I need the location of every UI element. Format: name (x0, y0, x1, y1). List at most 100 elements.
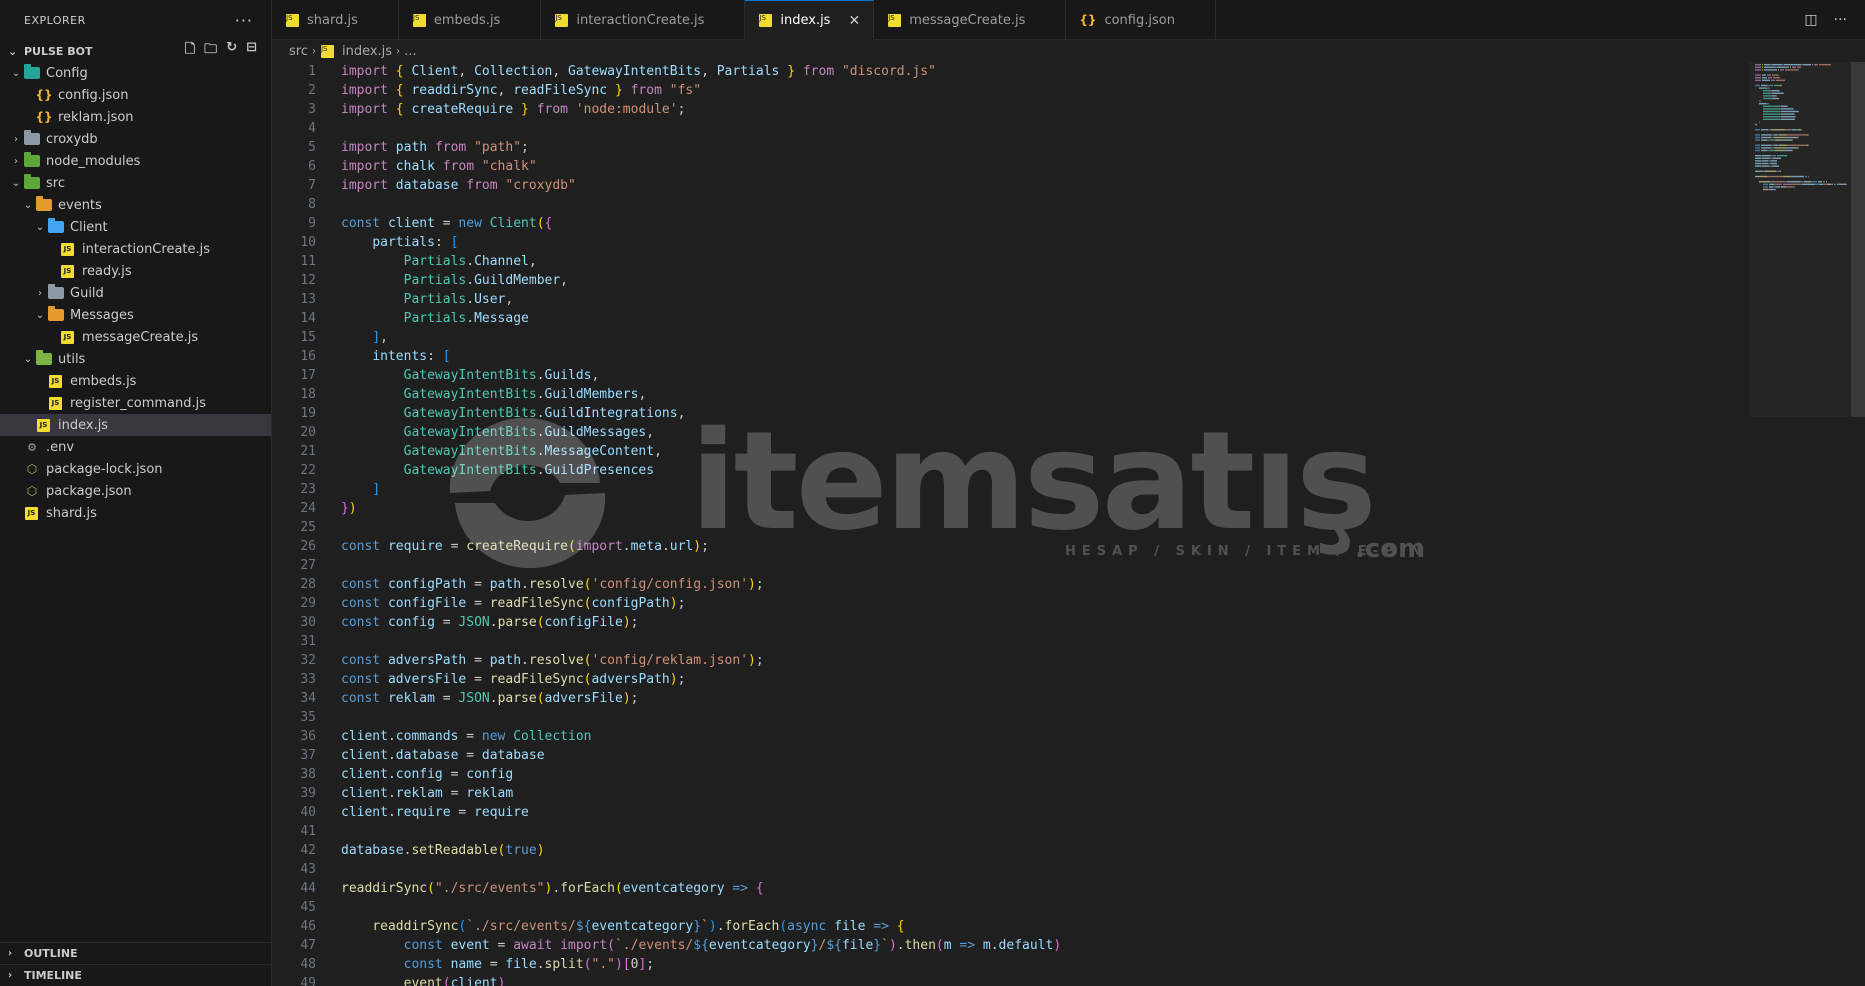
tree-folder[interactable]: › croxydb (0, 128, 271, 150)
line-number: 35 (300, 710, 316, 725)
tree-item-label: utils (58, 351, 86, 367)
tree-folder[interactable]: ⌄ utils (0, 348, 271, 370)
env-file-icon: ⚙ (27, 440, 37, 454)
tree-file[interactable]: JS register_command.js (0, 392, 271, 414)
code-line: 21 GatewayIntentBits.MessageContent, (272, 442, 1865, 461)
tree-folder[interactable]: ⌄ Client (0, 216, 271, 238)
tree-folder[interactable]: ⌄ events (0, 194, 271, 216)
code-line: 4 (272, 119, 1865, 138)
new-file-icon[interactable]: 🗋 (185, 40, 195, 62)
tab-config-json[interactable]: {} config.json (1066, 0, 1216, 40)
tab-messageCreate-js[interactable]: JS messageCreate.js (874, 0, 1067, 40)
tab-label: index.js (780, 13, 831, 28)
tree-item-label: Guild (70, 285, 104, 301)
minimap-viewport[interactable] (1749, 62, 1865, 417)
tree-folder[interactable]: ⌄ src (0, 172, 271, 194)
tree-file[interactable]: JS index.js (0, 414, 271, 436)
tree-file[interactable]: JS interactionCreate.js (0, 238, 271, 260)
code-text: client.config = config (341, 767, 514, 782)
split-editor-icon[interactable]: ◫ (1804, 12, 1817, 28)
tab-shard-js[interactable]: JS shard.js (272, 0, 399, 40)
line-number: 9 (308, 216, 316, 231)
line-number: 32 (300, 653, 316, 668)
folder-icon (24, 64, 40, 80)
tab-interactionCreate-js[interactable]: JS interactionCreate.js (541, 0, 746, 40)
tree-folder[interactable]: › node_modules (0, 150, 271, 172)
tab-label: config.json (1104, 12, 1175, 28)
tree-file[interactable]: ⬡ package.json (0, 480, 271, 502)
editor-tabs: JS shard.js JS embeds.js JS interactionCreate… (272, 0, 1865, 40)
vertical-scrollbar[interactable] (1851, 62, 1865, 417)
outline-panel-header[interactable]: › OUTLINE (0, 942, 271, 964)
line-number: 4 (308, 121, 316, 136)
tab-embeds-js[interactable]: JS embeds.js (399, 0, 542, 40)
code-text: const config = JSON.parse(configFile); (341, 615, 639, 630)
js-file-icon: JS (61, 264, 74, 278)
code-line: 1 import { Client, Collection, GatewayInt… (272, 62, 1865, 81)
line-number: 33 (300, 672, 316, 687)
line-number: 39 (300, 786, 316, 801)
breadcrumb-folder[interactable]: src (289, 44, 308, 59)
chevron-right-icon: › (396, 45, 401, 57)
line-number: 18 (300, 387, 316, 402)
tree-file[interactable]: JS messageCreate.js (0, 326, 271, 348)
folder-shape (24, 174, 40, 189)
chevron-right-icon: › (8, 970, 13, 981)
code-line: 45 (272, 898, 1865, 917)
more-actions-icon[interactable]: ··· (1834, 12, 1847, 28)
tab-index-js[interactable]: JS index.js ✕ (745, 0, 875, 40)
tree-item-label: events (58, 197, 102, 213)
tree-item-label: interactionCreate.js (82, 241, 211, 257)
code-editor[interactable]: 1 import { Client, Collection, GatewayInt… (272, 62, 1865, 986)
tree-file[interactable]: ⚙ .env (0, 436, 271, 458)
tree-file[interactable]: ⬡ package-lock.json (0, 458, 271, 480)
tree-item-label: croxydb (46, 131, 98, 147)
line-number: 24 (300, 501, 316, 516)
code-text: import database from "croxydb" (341, 178, 576, 193)
code-text: GatewayIntentBits.GuildPresences (403, 463, 655, 478)
tree-folder[interactable]: › Guild (0, 282, 271, 304)
collapse-all-icon[interactable]: ⊟ (246, 40, 257, 62)
js-file-icon: JS (888, 13, 902, 27)
code-text: import path from "path"; (341, 140, 529, 155)
folder-shape (24, 64, 40, 79)
code-text: ] (372, 482, 381, 497)
js-file-icon: JS (412, 13, 426, 27)
tree-item-label: register_command.js (70, 395, 207, 411)
line-number: 6 (308, 159, 316, 174)
folder-icon (24, 174, 40, 190)
folder-shape (48, 218, 64, 233)
code-text: Partials.User, (403, 292, 514, 307)
code-text: const require = createRequire(import.met… (341, 539, 709, 554)
timeline-panel-header[interactable]: › TIMELINE (0, 964, 271, 986)
code-line: 8 (272, 195, 1865, 214)
more-actions-icon[interactable]: ··· (235, 11, 253, 30)
line-number: 11 (300, 254, 316, 269)
refresh-icon[interactable]: ↻ (226, 40, 237, 62)
tree-file[interactable]: {} config.json (0, 84, 271, 106)
line-number: 28 (300, 577, 316, 592)
close-icon[interactable]: ✕ (848, 13, 860, 29)
line-number: 47 (300, 938, 316, 953)
code-text: }) (341, 501, 357, 516)
tree-file[interactable]: JS embeds.js (0, 370, 271, 392)
breadcrumb-file[interactable]: index.js (342, 44, 392, 59)
new-folder-icon[interactable]: 🗀 (204, 40, 217, 62)
tree-file[interactable]: JS shard.js (0, 502, 271, 524)
code-line: 38 client.config = config (272, 765, 1865, 784)
project-root[interactable]: ⌄ PULSE BOT 🗋 🗀 ↻ ⊟ (0, 40, 271, 62)
js-file-icon: JS (37, 418, 50, 432)
breadcrumb: src › JS index.js › ... (272, 40, 1865, 62)
explorer-title: EXPLORER (24, 13, 86, 27)
tree-folder[interactable]: ⌄ Config (0, 62, 271, 84)
code-line: 47 const event = await import(`./events/… (272, 936, 1865, 955)
breadcrumb-more[interactable]: ... (404, 44, 416, 59)
code-text: const configPath = path.resolve('config/… (341, 577, 764, 592)
tree-folder[interactable]: ⌄ Messages (0, 304, 271, 326)
line-number: 36 (300, 729, 316, 744)
tree-file[interactable]: JS ready.js (0, 260, 271, 282)
tree-file[interactable]: {} reklam.json (0, 106, 271, 128)
code-line: 3 import { createRequire } from 'node:mod… (272, 100, 1865, 119)
code-line: 12 Partials.GuildMember, (272, 271, 1865, 290)
folder-shape (48, 284, 64, 299)
